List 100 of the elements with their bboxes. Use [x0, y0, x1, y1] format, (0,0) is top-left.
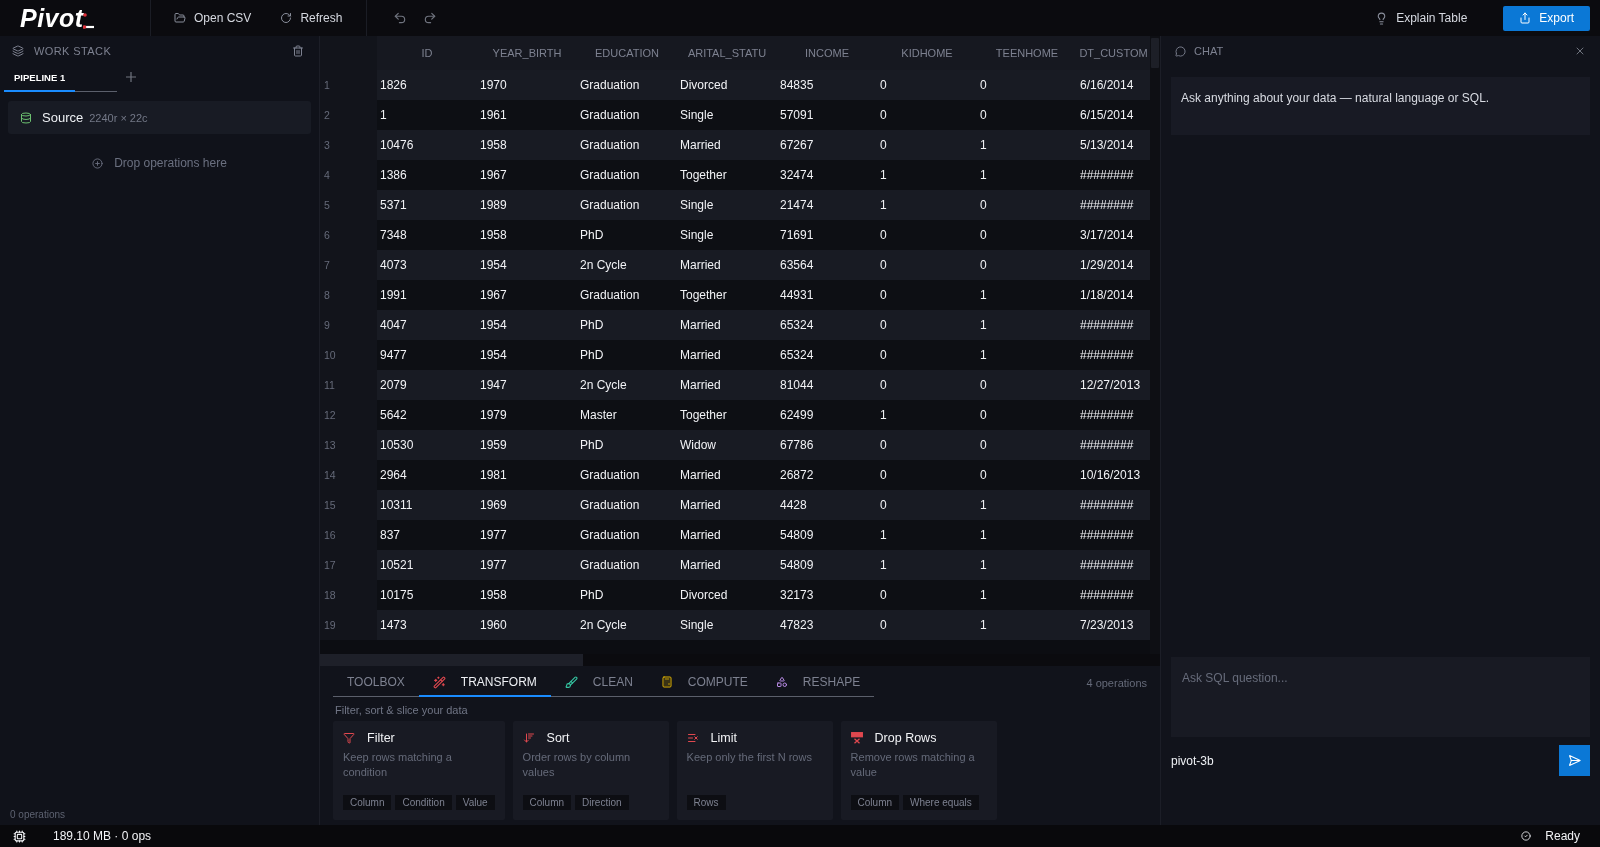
table-cell-text: 1: [879, 527, 888, 544]
table-cell-text: 0: [979, 377, 988, 394]
operation-description: Remove rows matching a value: [850, 750, 976, 780]
explain-table-button[interactable]: Explain Table: [1367, 5, 1476, 31]
table-cell-text: 1969: [479, 497, 508, 514]
panel-title: CHAT: [1194, 45, 1225, 57]
table-cell-text: 0: [879, 287, 888, 304]
table-cell-text: 84835: [779, 77, 815, 94]
table-cell-text: Widow: [679, 437, 717, 454]
table-cell-text: 54809: [779, 557, 815, 574]
table-cell-text: Together: [679, 287, 728, 304]
table-cell-text: ########: [1079, 347, 1135, 364]
scrollbar-thumb[interactable]: [320, 654, 583, 666]
send-button[interactable]: [1559, 745, 1590, 776]
table-cell-text: 5642: [379, 407, 408, 424]
table-cell-text: 1: [379, 107, 388, 124]
operation-card[interactable]: Limit Keep only the first N rows Rows: [676, 721, 833, 820]
table-cell-text: 1: [879, 167, 888, 184]
table-cell-text: 1967: [479, 167, 508, 184]
table-cell-text: 65324: [779, 347, 815, 364]
column-header[interactable]: ID: [377, 36, 477, 70]
operation-description: Keep rows matching a condition: [343, 750, 453, 780]
table-cell-text: PhD: [579, 347, 605, 364]
category-tab[interactable]: RESHAPE: [761, 669, 875, 697]
operation-title: Drop Rows: [874, 731, 937, 745]
close-button[interactable]: [1574, 45, 1586, 57]
app-logo: Pivot: [20, 5, 84, 31]
table-cell-text: 0: [979, 437, 988, 454]
table-cell-text: Graduation: [579, 557, 641, 574]
table-cell-text: 0: [879, 257, 888, 274]
table-cell-text: 2079: [379, 377, 408, 394]
param-tag: Where equals: [903, 795, 979, 810]
table-cell-text: 4047: [379, 317, 408, 334]
row-number: 9: [320, 310, 377, 340]
source-item[interactable]: Source 2240r × 22c: [8, 101, 311, 134]
table-cell-text: 0: [979, 227, 988, 244]
row-number: 11: [320, 370, 377, 400]
add-pipeline-button[interactable]: [125, 71, 137, 83]
table-cell-text: 10/16/2013: [1079, 467, 1142, 484]
category-tab[interactable]: TRANSFORM: [418, 669, 551, 697]
table-cell-text: 4428: [779, 497, 808, 514]
column-header[interactable]: ARITAL_STATU: [677, 36, 777, 70]
chat-bubble-icon: [1175, 45, 1186, 57]
undo-icon: [393, 11, 408, 25]
category-tab[interactable]: CLEAN: [550, 669, 647, 697]
refresh-button[interactable]: Refresh: [274, 7, 349, 29]
table-cell-text: ########: [1079, 167, 1135, 184]
table-cell-text: Married: [679, 377, 722, 394]
shapes-icon: [775, 676, 788, 688]
table-cell-text: 1977: [479, 557, 508, 574]
category-tab[interactable]: TOOLBOX: [333, 669, 419, 697]
table-cell-text: 2n Cycle: [579, 257, 628, 274]
table-cell-text: 1961: [479, 107, 508, 124]
table-cell-text: 7/23/2013: [1079, 617, 1135, 634]
open-file-button[interactable]: Open CSV: [168, 7, 258, 29]
param-tag: Direction: [575, 795, 629, 810]
operation-title: Limit: [710, 731, 737, 745]
table-cell-text: ########: [1079, 317, 1135, 334]
operation-card[interactable]: Sort Order rows by column values Column Direction: [512, 721, 669, 820]
export-button[interactable]: Export: [1503, 5, 1590, 31]
table-cell-text: 3/17/2014: [1079, 227, 1135, 244]
memory-status: 189.10 MB · 0 ops: [53, 829, 152, 843]
table-cell-text: 0: [879, 497, 888, 514]
table-cell-text: 0: [979, 257, 988, 274]
table-x-icon: [850, 732, 863, 744]
source-dimensions: 2240r × 22c: [89, 111, 148, 124]
table-cell-text: 10311: [379, 497, 414, 514]
operation-card[interactable]: Drop Rows Remove rows matching a value Column Where equals: [840, 721, 997, 820]
table-cell-text: Divorced: [679, 77, 729, 94]
table-cell-text: ########: [1079, 587, 1135, 604]
table-cell-text: Married: [679, 527, 722, 544]
database-icon: [20, 111, 32, 124]
table-cell-text: 2n Cycle: [579, 377, 628, 394]
chat-input[interactable]: Ask SQL question...: [1171, 657, 1590, 737]
category-tab[interactable]: COMPUTE: [646, 669, 762, 697]
table-cell-text: Married: [679, 137, 722, 154]
table-cell-text: ########: [1079, 197, 1135, 214]
operation-card[interactable]: Filter Keep rows matching a condition Column Condition Value: [333, 721, 505, 820]
calculator-icon: [660, 676, 673, 688]
table-cell-text: 5/13/2014: [1079, 137, 1135, 154]
table-cell-text: 1954: [479, 317, 508, 334]
table-cell-text: 67267: [779, 137, 815, 154]
column-header[interactable]: DT_CUSTOM: [1077, 36, 1150, 70]
table-cell-text: Married: [679, 317, 722, 334]
filter-icon: [343, 732, 355, 744]
chat-message: Ask anything about your data — natural language or SQL.: [1171, 77, 1590, 135]
column-header[interactable]: YEAR_BIRTH: [477, 36, 577, 70]
pipeline-tab[interactable]: PIPELINE 1: [4, 72, 76, 92]
table-cell-text: 6/15/2014: [1079, 107, 1135, 124]
operations-count: 4 operations: [1086, 677, 1147, 689]
row-number: 19: [320, 610, 377, 640]
column-header[interactable]: TEENHOME: [977, 36, 1077, 70]
table-cell-text: 1826: [379, 77, 408, 94]
param-tag: Column: [343, 795, 392, 810]
column-header[interactable]: KIDHOME: [877, 36, 977, 70]
table-cell-text: 1: [879, 197, 888, 214]
column-header[interactable]: EDUCATION: [577, 36, 677, 70]
table-cell-text: 1967: [479, 287, 508, 304]
column-header[interactable]: INCOME: [777, 36, 877, 70]
check-circle-icon: [1521, 831, 1532, 841]
